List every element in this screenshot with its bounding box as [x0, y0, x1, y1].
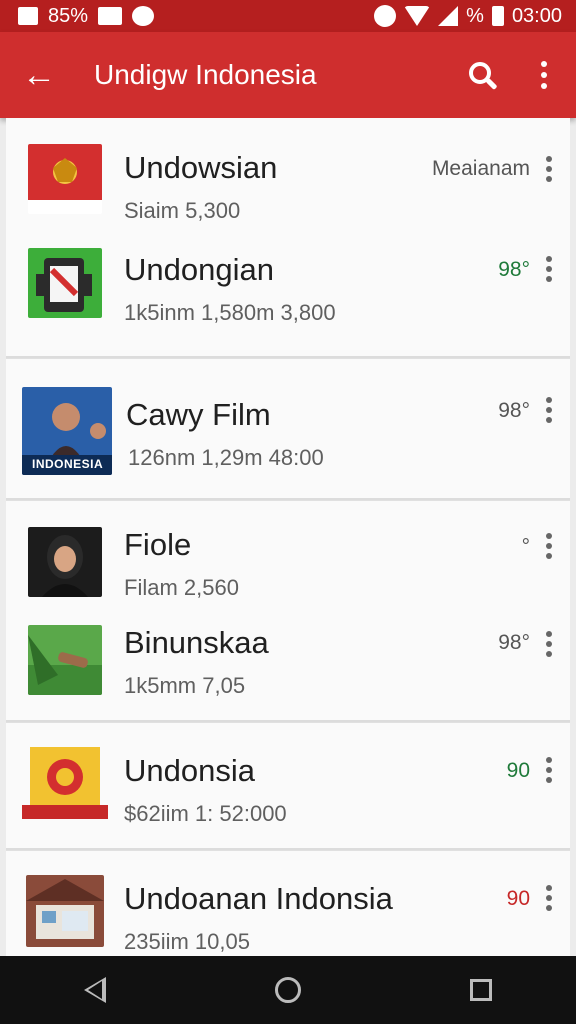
item-more-icon[interactable] — [546, 885, 552, 911]
movie-poster-thumbnail: INDONESIA — [22, 387, 112, 475]
signal-icon — [438, 6, 459, 26]
list-card: INDONESIA Cawy Film 126nm 1,29m 48:00 98… — [6, 358, 570, 500]
app-list: Undowsian Siaim 5,300 Meaianam Undongian… — [6, 118, 570, 956]
list-card: Undonsia $62iim 1: 52:000 90 — [6, 722, 570, 850]
status-clock: 03:00 — [511, 4, 562, 27]
item-tag: 98° — [498, 631, 530, 654]
status-bar: 85% % 03:00 — [0, 0, 576, 32]
item-tag: Meaianam — [431, 157, 530, 180]
item-name: Cawy Film — [126, 397, 271, 432]
search-icon — [469, 62, 491, 84]
item-tag: 98° — [498, 399, 530, 422]
system-nav-bar — [0, 956, 576, 1024]
item-more-icon[interactable] — [546, 631, 552, 657]
circle-home-icon[interactable] — [274, 977, 301, 1003]
garuda-emblem-thumbnail — [22, 747, 108, 823]
search-button[interactable] — [448, 32, 512, 118]
list-item[interactable]: Undoanan Indonsia 235iim 10,05 90 — [6, 851, 570, 956]
item-name: Fiole — [124, 527, 192, 562]
item-name: Undonsia — [124, 753, 255, 788]
back-button[interactable]: ← — [0, 32, 78, 118]
gallery-icon — [98, 7, 123, 25]
item-tag: 90 — [506, 759, 530, 782]
list-item[interactable]: Binunskaa 1k5mm 7,05 98° — [6, 601, 570, 723]
status-battery-text: 85% — [48, 4, 89, 27]
wifi-icon — [404, 6, 431, 26]
nature-thumbnail — [28, 625, 102, 695]
item-meta: Filam 2,560 — [124, 575, 239, 600]
item-name: Undoanan Indonsia — [124, 881, 393, 916]
item-meta: 1k5inm 1,580m 3,800 — [124, 300, 336, 325]
app-notification-icon — [132, 6, 155, 26]
flag-emblem-thumbnail — [28, 144, 102, 214]
item-more-icon[interactable] — [546, 256, 552, 282]
status-percent-text: % — [466, 4, 484, 27]
item-more-icon[interactable] — [546, 156, 552, 182]
item-meta: 126nm 1,29m 48:00 — [128, 445, 324, 470]
item-name: Undowsian — [124, 150, 278, 185]
list-item[interactable]: Fiole Filam 2,560 ° — [6, 501, 570, 601]
item-tag: 98° — [498, 258, 530, 281]
more-vert-icon — [541, 61, 547, 89]
arrow-left-icon: ← — [22, 55, 56, 94]
poster-caption: INDONESIA — [32, 457, 104, 471]
item-name: Binunskaa — [124, 625, 269, 660]
item-name: Undongian — [124, 252, 274, 287]
item-meta: 1k5mm 7,05 — [124, 673, 246, 698]
item-more-icon[interactable] — [546, 533, 552, 559]
item-meta: $62iim 1: 52:000 — [124, 801, 287, 826]
building-thumbnail — [26, 875, 104, 947]
square-recents-icon[interactable] — [469, 979, 492, 1001]
portrait-thumbnail — [28, 527, 102, 597]
item-meta: 235iim 10,05 — [124, 929, 250, 954]
list-card: Undoanan Indonsia 235iim 10,05 90 — [6, 850, 570, 956]
list-card: Undowsian Siaim 5,300 Meaianam Undongian… — [6, 118, 570, 358]
item-more-icon[interactable] — [546, 397, 552, 423]
triangle-back-icon[interactable] — [84, 977, 107, 1003]
notification-icon — [18, 7, 38, 25]
list-item[interactable]: INDONESIA Cawy Film 126nm 1,29m 48:00 98… — [6, 359, 570, 501]
item-more-icon[interactable] — [546, 757, 552, 783]
list-item[interactable]: Undonsia $62iim 1: 52:000 90 — [6, 723, 570, 851]
phone-app-thumbnail — [28, 248, 102, 318]
overflow-menu-button[interactable] — [512, 32, 576, 118]
data-saver-icon — [374, 5, 397, 27]
battery-icon — [491, 6, 504, 26]
item-tag: ° — [521, 535, 530, 558]
app-bar: ← Undigw Indonesia — [0, 32, 576, 118]
list-item[interactable]: Undongian 1k5inm 1,580m 3,800 98° — [6, 218, 570, 358]
list-item[interactable]: Undowsian Siaim 5,300 Meaianam — [6, 118, 570, 223]
list-card: Fiole Filam 2,560 ° Binunskaa 1k5mm 7,05… — [6, 500, 570, 722]
page-title: Undigw Indonesia — [94, 59, 317, 90]
item-tag: 90 — [506, 887, 530, 910]
